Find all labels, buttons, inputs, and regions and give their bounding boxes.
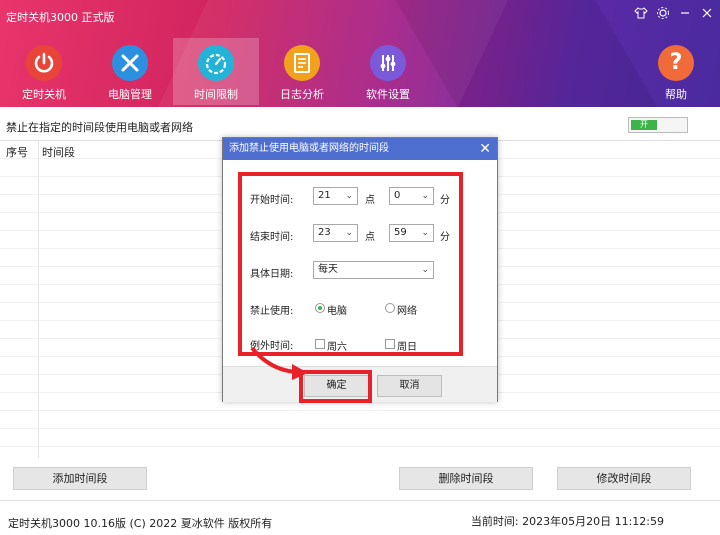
nav-item-computer-manage[interactable]: 电脑管理: [87, 38, 173, 105]
start-minute-value: 0: [394, 190, 401, 201]
nav-label: 电脑管理: [108, 88, 152, 101]
nav-item-time-limit[interactable]: 时间限制: [173, 38, 259, 105]
date-label: 具体日期:: [250, 269, 294, 280]
option-saturday-label: 周六: [327, 342, 347, 353]
option-network-label: 网络: [397, 306, 417, 317]
nav-label: 时间限制: [194, 88, 238, 101]
nav-item-shutdown[interactable]: 定时关机: [1, 38, 87, 105]
start-minute-select[interactable]: 0 ⌄: [389, 187, 434, 205]
start-hour-value: 21: [318, 190, 331, 201]
add-period-button[interactable]: 添加时间段: [13, 467, 147, 490]
nav-item-help[interactable]: ? 帮助: [633, 38, 719, 105]
option-computer-label: 电脑: [327, 306, 347, 317]
date-select[interactable]: 每天 ⌄: [313, 261, 434, 279]
start-time-label: 开始时间:: [250, 195, 294, 206]
sliders-icon: [370, 45, 406, 81]
close-icon[interactable]: ✕: [479, 138, 491, 160]
nav-label: 软件设置: [366, 88, 410, 101]
radio-network[interactable]: [385, 303, 395, 313]
app-header: 定时关机3000 正式版 定时关机 电脑管理 时间限制 日志分析 软件设置 ? …: [0, 0, 720, 107]
end-minute-select[interactable]: 59 ⌄: [389, 224, 434, 242]
row-divider: [0, 446, 720, 447]
end-time-label: 结束时间:: [250, 232, 294, 243]
power-icon: [26, 45, 62, 81]
modify-period-button[interactable]: 修改时间段: [557, 467, 691, 490]
end-minute-value: 59: [394, 227, 407, 238]
minute-unit: 分: [440, 195, 450, 206]
hour-unit: 点: [365, 195, 375, 206]
end-hour-select[interactable]: 23 ⌄: [313, 224, 358, 242]
help-icon: ?: [658, 45, 694, 81]
current-time: 当前时间: 2023年05月20日 11:12:59: [470, 515, 664, 528]
checkbox-sunday[interactable]: [385, 339, 395, 349]
tools-icon: [112, 45, 148, 81]
skin-icon[interactable]: [632, 6, 650, 24]
settings-icon[interactable]: [654, 6, 672, 24]
nav-label: 日志分析: [280, 88, 324, 101]
checkbox-saturday[interactable]: [315, 339, 325, 349]
date-value: 每天: [318, 264, 338, 275]
close-icon[interactable]: [698, 6, 716, 24]
hour-unit: 点: [365, 232, 375, 243]
nav-label: 帮助: [665, 88, 687, 101]
arrow-annotation: [250, 346, 308, 380]
log-icon: [284, 45, 320, 81]
start-hour-select[interactable]: 21 ⌄: [313, 187, 358, 205]
nav-label: 定时关机: [22, 88, 66, 101]
cancel-button[interactable]: 取消: [377, 375, 442, 397]
chevron-down-icon: ⌄: [345, 191, 353, 201]
timer-icon: [198, 45, 234, 81]
highlight-box: 开始时间: 21 ⌄ 点 0 ⌄ 分 结束时间: 23 ⌄ 点 59 ⌄ 分 具…: [238, 172, 463, 356]
chevron-down-icon: ⌄: [345, 228, 353, 238]
radio-computer[interactable]: [315, 303, 325, 313]
option-sunday-label: 周日: [397, 342, 417, 353]
enable-toggle[interactable]: 开: [628, 117, 688, 133]
window-title: 定时关机3000 正式版: [6, 11, 115, 24]
status-bar: 定时关机3000 10.16版 (C) 2022 夏冰软件 版权所有 当前时间:…: [0, 500, 720, 535]
end-hour-value: 23: [318, 227, 331, 238]
row-divider: [0, 428, 720, 429]
chevron-down-icon: ⌄: [421, 265, 429, 275]
dialog-title: 添加禁止使用电脑或者网络的时间段: [223, 138, 497, 160]
chevron-down-icon: ⌄: [421, 228, 429, 238]
forbid-label: 禁止使用:: [250, 306, 294, 317]
minute-unit: 分: [440, 232, 450, 243]
nav-item-log-analysis[interactable]: 日志分析: [259, 38, 345, 105]
row-divider: [0, 410, 720, 411]
minimize-icon[interactable]: [676, 6, 694, 24]
toggle-on-label: 开: [631, 120, 657, 130]
copyright-text: 定时关机3000 10.16版 (C) 2022 夏冰软件 版权所有: [8, 517, 273, 530]
delete-period-button[interactable]: 删除时间段: [399, 467, 533, 490]
section-heading: 禁止在指定的时间段使用电脑或者网络: [6, 121, 193, 134]
chevron-down-icon: ⌄: [421, 191, 429, 201]
nav-item-software-settings[interactable]: 软件设置: [345, 38, 431, 105]
